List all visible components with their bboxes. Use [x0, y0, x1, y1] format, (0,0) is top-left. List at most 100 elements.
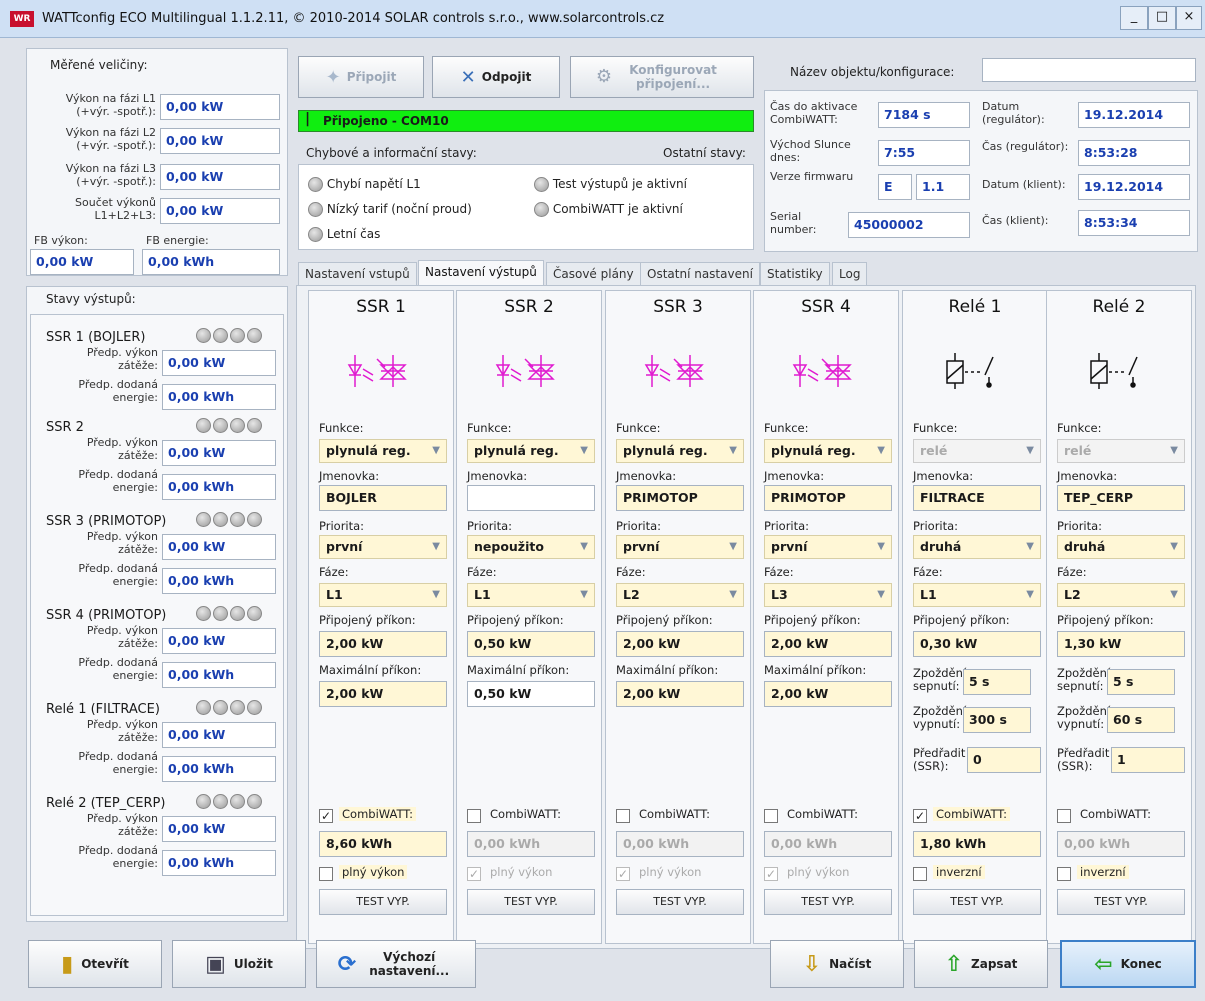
phase-select[interactable]: L2 ▼ [616, 583, 744, 607]
full-power-checkbox[interactable]: ✓ [764, 867, 778, 881]
priority-select[interactable]: první ▼ [764, 535, 892, 559]
tab-other-settings[interactable]: Ostatní nastavení [640, 262, 760, 286]
combiwatt-checkbox[interactable] [1057, 809, 1071, 823]
chevron-down-icon: ▼ [580, 541, 588, 552]
disconnect-button[interactable]: ✕ Odpojit [432, 56, 560, 98]
test-output-button[interactable]: TEST VYP. [764, 889, 892, 915]
phase-select[interactable]: L1 ▼ [467, 583, 595, 607]
test-output-button[interactable]: TEST VYP. [616, 889, 744, 915]
test-output-button[interactable]: TEST VYP. [913, 889, 1041, 915]
maximize-button[interactable]: □ [1148, 6, 1176, 30]
led-icon [534, 202, 549, 217]
connected-power-input[interactable]: 2,00 kW [616, 631, 744, 657]
connected-power-input[interactable]: 2,00 kW [319, 631, 447, 657]
test-output-button[interactable]: TEST VYP. [1057, 889, 1185, 915]
output-leds [196, 328, 264, 343]
function-label: Funkce: [467, 421, 512, 435]
priority-select[interactable]: první ▼ [319, 535, 447, 559]
combiwatt-energy-input[interactable]: 0,00 kWh [764, 831, 892, 857]
function-select[interactable]: plynulá reg. ▼ [467, 439, 595, 463]
tab-schedules[interactable]: Časové plány [546, 262, 641, 286]
priority-select[interactable]: druhá ▼ [1057, 535, 1185, 559]
function-label: Funkce: [913, 421, 958, 435]
configure-connection-button[interactable]: ⚙ Konfigurovat připojení... [570, 56, 754, 98]
save-button[interactable]: ▣ Uložit [172, 940, 306, 988]
phase-select[interactable]: L1 ▼ [913, 583, 1041, 607]
function-select[interactable]: relé ▼ [913, 439, 1041, 463]
test-output-button[interactable]: TEST VYP. [467, 889, 595, 915]
open-button[interactable]: ▮ Otevřít [28, 940, 162, 988]
combiwatt-label: CombiWATT: [933, 807, 1010, 821]
inverse-checkbox[interactable] [913, 867, 927, 881]
delay-on-input[interactable]: 5 s [963, 669, 1031, 695]
full-power-checkbox[interactable]: ✓ [616, 867, 630, 881]
preassign-input[interactable]: 0 [967, 747, 1041, 773]
function-select[interactable]: plynulá reg. ▼ [319, 439, 447, 463]
tab-inputs[interactable]: Nastavení vstupů [298, 262, 417, 286]
exit-button[interactable]: ⇦ Konec [1060, 940, 1196, 988]
predicted-energy-field: 0,00 kWh [162, 850, 276, 876]
connected-power-label: Připojený příkon: [616, 613, 713, 627]
connect-button[interactable]: ✦ Připojit [298, 56, 424, 98]
function-label: Funkce: [616, 421, 661, 435]
max-power-input[interactable]: 2,00 kW [616, 681, 744, 707]
combiwatt-energy-input[interactable]: 0,00 kWh [467, 831, 595, 857]
delay-off-input[interactable]: 300 s [963, 707, 1031, 733]
connection-status-bar: | Připojeno - COM10 [298, 110, 754, 132]
chevron-down-icon: ▼ [432, 541, 440, 552]
function-select[interactable]: relé ▼ [1057, 439, 1185, 463]
name-label: Jmenovka: [467, 469, 528, 483]
combiwatt-checkbox[interactable]: ✓ [913, 809, 927, 823]
led-icon [308, 202, 323, 217]
priority-select[interactable]: druhá ▼ [913, 535, 1041, 559]
priority-select[interactable]: nepoužito ▼ [467, 535, 595, 559]
function-select[interactable]: plynulá reg. ▼ [764, 439, 892, 463]
tab-outputs[interactable]: Nastavení výstupů [418, 260, 544, 286]
phase-select[interactable]: L3 ▼ [764, 583, 892, 607]
connected-power-input[interactable]: 2,00 kW [764, 631, 892, 657]
max-power-input[interactable]: 2,00 kW [764, 681, 892, 707]
delay-off-input[interactable]: 60 s [1107, 707, 1175, 733]
preassign-input[interactable]: 1 [1111, 747, 1185, 773]
name-input[interactable]: FILTRACE [913, 485, 1041, 511]
chevron-down-icon: ▼ [877, 589, 885, 600]
phase-select[interactable]: L1 ▼ [319, 583, 447, 607]
combiwatt-checkbox[interactable] [616, 809, 630, 823]
tab-log[interactable]: Log [832, 262, 868, 286]
minimize-button[interactable]: _ [1120, 6, 1148, 30]
name-input[interactable] [467, 485, 595, 511]
connected-power-input[interactable]: 0,30 kW [913, 631, 1041, 657]
measured-row-sum-label: Součet výkonů L1+L2+L3: [75, 196, 156, 222]
max-power-input[interactable]: 0,50 kW [467, 681, 595, 707]
combiwatt-checkbox[interactable] [764, 809, 778, 823]
connected-power-input[interactable]: 1,30 kW [1057, 631, 1185, 657]
object-name-input[interactable] [982, 58, 1196, 82]
full-power-checkbox[interactable] [319, 867, 333, 881]
combiwatt-energy-input[interactable]: 1,80 kWh [913, 831, 1041, 857]
combiwatt-checkbox[interactable] [467, 809, 481, 823]
connected-power-input[interactable]: 0,50 kW [467, 631, 595, 657]
test-output-button[interactable]: TEST VYP. [319, 889, 447, 915]
name-input[interactable]: PRIMOTOP [616, 485, 744, 511]
function-select[interactable]: plynulá reg. ▼ [616, 439, 744, 463]
max-power-input[interactable]: 2,00 kW [319, 681, 447, 707]
phase-select[interactable]: L2 ▼ [1057, 583, 1185, 607]
name-input[interactable]: BOJLER [319, 485, 447, 511]
title-bar: WR WATTconfig ECO Multilingual 1.1.2.11,… [0, 0, 1205, 38]
name-input[interactable]: TEP_CERP [1057, 485, 1185, 511]
write-button[interactable]: ⇧ Zapsat [914, 940, 1048, 988]
combiwatt-energy-input[interactable]: 0,00 kWh [1057, 831, 1185, 857]
full-power-checkbox[interactable]: ✓ [467, 867, 481, 881]
priority-select[interactable]: první ▼ [616, 535, 744, 559]
connected-power-label: Připojený příkon: [1057, 613, 1154, 627]
inverse-checkbox[interactable] [1057, 867, 1071, 881]
delay-on-input[interactable]: 5 s [1107, 669, 1175, 695]
close-button[interactable]: × [1176, 6, 1202, 30]
defaults-button[interactable]: ⟳ Výchozí nastavení... [316, 940, 476, 988]
name-input[interactable]: PRIMOTOP [764, 485, 892, 511]
combiwatt-energy-input[interactable]: 0,00 kWh [616, 831, 744, 857]
combiwatt-energy-input[interactable]: 8,60 kWh [319, 831, 447, 857]
combiwatt-checkbox[interactable]: ✓ [319, 809, 333, 823]
load-button[interactable]: ⇩ Načíst [770, 940, 904, 988]
tab-statistics[interactable]: Statistiky [760, 262, 830, 286]
